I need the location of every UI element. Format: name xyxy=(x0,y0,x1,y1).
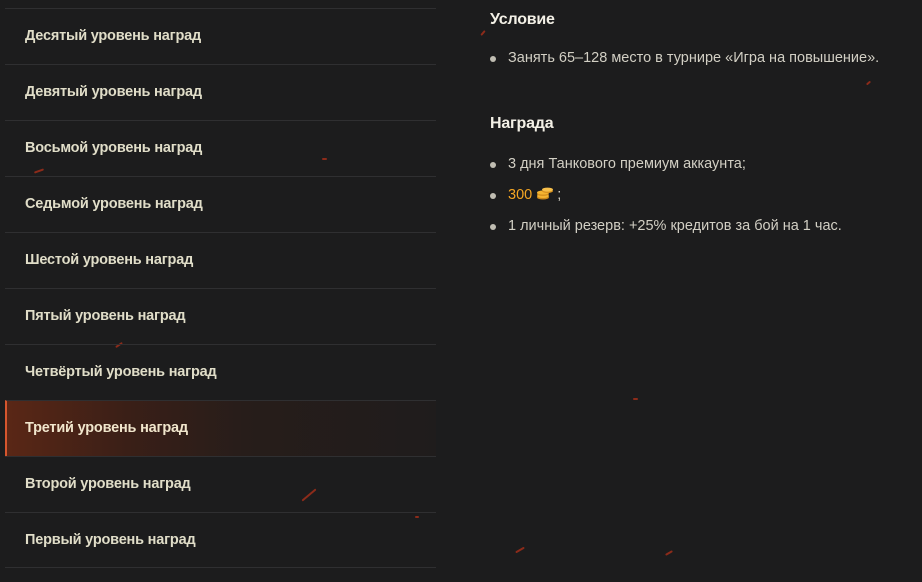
sidebar-item-label: Шестой уровень наград xyxy=(25,252,194,268)
level-details-panel: Условие Занять 65–128 место в турнире «И… xyxy=(490,11,922,242)
reward-heading: Награда xyxy=(490,115,554,132)
ember-spark xyxy=(515,546,525,554)
bullet-dot-icon xyxy=(490,162,496,168)
ember-spark xyxy=(665,550,673,556)
ember-spark xyxy=(633,398,638,400)
sidebar-item-level-10[interactable]: Десятый уровень наград xyxy=(5,8,436,64)
reward-premium-text: 3 дня Танкового премиум аккаунта; xyxy=(508,156,746,172)
gold-amount: 300 xyxy=(508,187,533,203)
sidebar-item-level-5[interactable]: Пятый уровень наград xyxy=(5,288,436,344)
gold-coins-icon xyxy=(537,187,554,200)
sidebar-item-label: Третий уровень наград xyxy=(25,420,188,436)
reward-list: 3 дня Танкового премиум аккаунта; 300 ; … xyxy=(490,149,922,242)
bullet-dot-icon xyxy=(490,193,496,199)
sidebar-item-label: Десятый уровень наград xyxy=(25,28,201,44)
bullet-dot-icon xyxy=(490,56,496,62)
reward-reserve-text: 1 личный резерв: +25% кредитов за бой на… xyxy=(508,218,842,234)
sidebar-item-level-4[interactable]: Четвёртый уровень наград xyxy=(5,344,436,400)
list-item: Занять 65–128 место в турнире «Игра на п… xyxy=(490,43,922,74)
sidebar-item-level-6[interactable]: Шестой уровень наград xyxy=(5,232,436,288)
sidebar-item-label: Первый уровень наград xyxy=(25,532,196,548)
reward-levels-sidebar: Десятый уровень наград Девятый уровень н… xyxy=(5,8,436,568)
sidebar-item-label: Восьмой уровень наград xyxy=(25,140,203,156)
list-item: 300 ; xyxy=(490,180,922,211)
sidebar-item-label: Седьмой уровень наград xyxy=(25,196,203,212)
sidebar-item-level-8[interactable]: Восьмой уровень наград xyxy=(5,120,436,176)
sidebar-item-label: Второй уровень наград xyxy=(25,476,191,492)
sidebar-item-level-1[interactable]: Первый уровень наград xyxy=(5,512,436,568)
list-item: 1 личный резерв: +25% кредитов за бой на… xyxy=(490,211,922,242)
ember-spark xyxy=(480,30,486,36)
sidebar-item-level-3-selected[interactable]: Третий уровень наград xyxy=(5,400,436,456)
sidebar-item-level-2[interactable]: Второй уровень наград xyxy=(5,456,436,512)
bullet-dot-icon xyxy=(490,224,496,230)
condition-heading: Условие xyxy=(490,11,555,28)
sidebar-item-level-9[interactable]: Девятый уровень наград xyxy=(5,64,436,120)
condition-list: Занять 65–128 место в турнире «Игра на п… xyxy=(490,43,922,74)
tournament-rewards-page: Десятый уровень наград Девятый уровень н… xyxy=(0,0,922,582)
list-item: 3 дня Танкового премиум аккаунта; xyxy=(490,149,922,180)
sidebar-item-level-7[interactable]: Седьмой уровень наград xyxy=(5,176,436,232)
sidebar-item-label: Пятый уровень наград xyxy=(25,308,186,324)
gold-suffix: ; xyxy=(557,187,562,203)
sidebar-item-label: Девятый уровень наград xyxy=(25,84,202,100)
condition-text: Занять 65–128 место в турнире «Игра на п… xyxy=(508,50,880,66)
sidebar-item-label: Четвёртый уровень наград xyxy=(25,364,217,380)
